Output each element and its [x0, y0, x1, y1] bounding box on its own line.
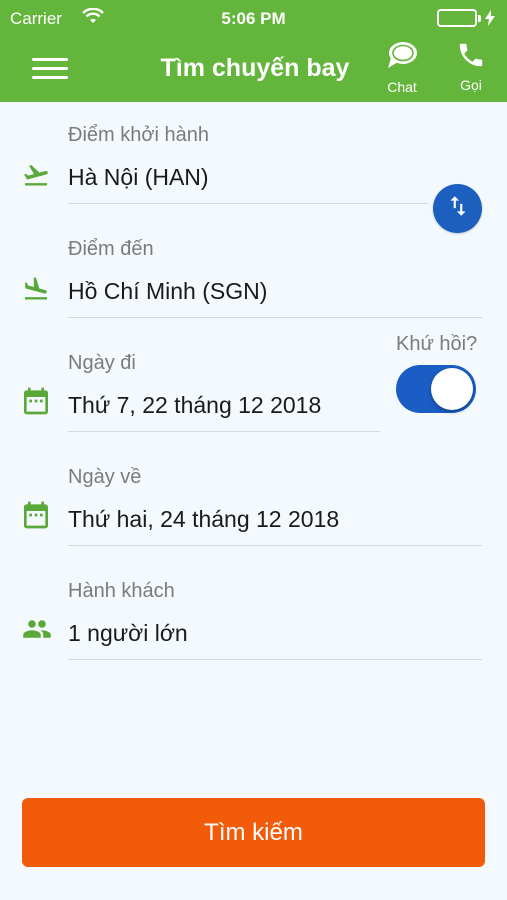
passengers-value: 1 người lớn	[68, 620, 188, 646]
calendar-icon	[20, 498, 52, 537]
phone-icon	[456, 43, 486, 74]
return-date-label: Ngày về	[68, 466, 142, 488]
calendar-icon	[20, 384, 52, 423]
depart-date-label: Ngày đi	[68, 352, 136, 374]
chat-bubble-icon	[385, 42, 419, 76]
people-icon	[20, 614, 54, 649]
destination-field[interactable]: Điểm đến Hồ Chí Minh (SGN)	[0, 232, 507, 322]
chat-label: Chat	[387, 79, 417, 95]
app-header: Carrier 5:06 PM Tìm chuyến bay Chat Gọi	[0, 0, 507, 102]
passengers-field[interactable]: Hành khách 1 người lớn	[0, 574, 507, 664]
destination-value: Hồ Chí Minh (SGN)	[68, 278, 268, 304]
passengers-divider	[68, 659, 482, 660]
hamburger-menu-icon[interactable]	[32, 58, 70, 82]
call-label: Gọi	[460, 77, 482, 93]
call-button[interactable]: Gọi	[446, 40, 496, 93]
toggle-knob	[431, 368, 473, 410]
depart-date-value: Thứ 7, 22 tháng 12 2018	[68, 392, 322, 418]
destination-divider	[68, 317, 482, 318]
swap-button[interactable]	[433, 184, 482, 233]
status-time: 5:06 PM	[221, 9, 286, 28]
chat-button[interactable]: Chat	[377, 40, 427, 95]
return-date-value: Thứ hai, 24 tháng 12 2018	[68, 506, 340, 532]
battery-icon	[437, 9, 495, 27]
page-title: Tìm chuyến bay	[160, 54, 350, 82]
return-date-field[interactable]: Ngày về Thứ hai, 24 tháng 12 2018	[0, 460, 507, 550]
origin-value: Hà Nội (HAN)	[68, 164, 209, 190]
origin-divider	[68, 203, 428, 204]
destination-label: Điểm đến	[68, 238, 154, 260]
roundtrip-label: Khứ hồi?	[396, 333, 478, 355]
origin-field[interactable]: Điểm khởi hành Hà Nội (HAN)	[0, 118, 507, 208]
search-button[interactable]: Tìm kiếm	[22, 798, 485, 867]
return-date-divider	[68, 545, 482, 546]
swap-vertical-icon	[445, 193, 471, 224]
roundtrip-toggle[interactable]	[396, 365, 476, 413]
passengers-label: Hành khách	[68, 580, 175, 602]
flight-takeoff-icon	[20, 161, 52, 194]
flight-land-icon	[20, 275, 52, 308]
depart-date-divider	[68, 431, 380, 432]
origin-label: Điểm khởi hành	[68, 124, 209, 146]
